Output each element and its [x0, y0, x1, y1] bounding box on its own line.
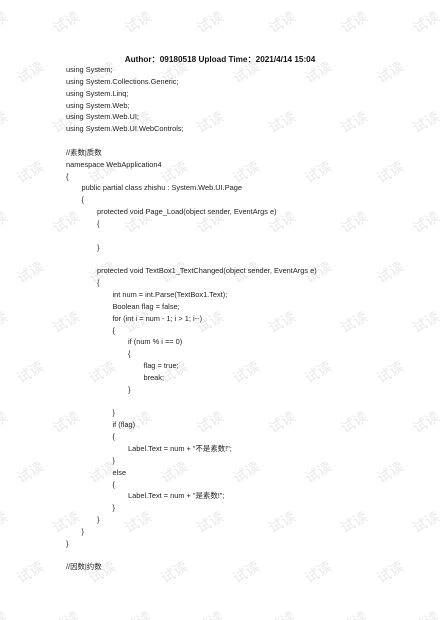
watermark-text: 试读 [338, 308, 371, 337]
code-line: namespace WebApplication4 [66, 159, 162, 169]
watermark-text: 试读 [14, 158, 47, 187]
watermark-text: 试读 [338, 408, 371, 437]
code-line: Boolean flag = false; [112, 301, 180, 311]
code-line: using System.Collections.Generic; [66, 76, 179, 86]
code-line: int num = int.Parse(TextBox1.Text); [112, 290, 228, 300]
code-line: if (flag) [112, 420, 136, 430]
author-label: Author： [124, 55, 160, 64]
watermark-text: 试读 [338, 108, 371, 137]
code-line: using System; [66, 65, 113, 74]
code-line: using System.Web; [66, 100, 130, 110]
watermark-text: 试读 [410, 408, 440, 437]
code-line: using System.Web.UI.WebControls; [66, 124, 184, 134]
code-line: public partial class zhishu : System.Web… [81, 183, 242, 193]
watermark-text: 试读 [410, 508, 440, 537]
watermark-text: 试读 [14, 258, 47, 287]
watermark-text: 试读 [374, 458, 407, 487]
watermark-text: 试读 [410, 108, 440, 137]
watermark-text: 试读 [193, 606, 227, 620]
watermark-text: 试读 [14, 358, 47, 387]
watermark-text: 试读 [337, 606, 371, 620]
watermark-text: 试读 [49, 606, 83, 620]
upload-time-value: 2021/4/14 15:04 [255, 55, 316, 64]
code-line: } [112, 503, 115, 513]
code-line: { [112, 325, 115, 335]
code-line: using System.Web.UI; [66, 112, 139, 122]
code-line: Label.Text = num + "是素数!"; [128, 491, 225, 501]
watermark-text: 试读 [374, 358, 407, 387]
code-line: for (int i = num - 1; i > 1; i--) [112, 313, 203, 323]
watermark-text: 试读 [409, 606, 440, 620]
watermark-text: 试读 [410, 8, 440, 37]
watermark-text: 试读 [14, 558, 47, 587]
watermark-text: 试读 [266, 8, 299, 37]
watermark-text: 试读 [374, 158, 407, 187]
watermark-text: 试读 [338, 8, 371, 37]
code-line: { [97, 278, 100, 288]
code-line: { [128, 349, 131, 359]
watermark-text: 试读 [374, 558, 407, 587]
watermark-text: 试读 [0, 508, 11, 537]
watermark-text: 试读 [374, 258, 407, 287]
code-line: //因数|约数 [66, 562, 102, 572]
code-line: { [112, 479, 115, 489]
code-line: } [97, 242, 100, 252]
watermark-text: 试读 [265, 606, 299, 620]
code-line: protected void Page_Load(object sender, … [97, 207, 277, 217]
watermark-text: 试读 [122, 8, 155, 37]
watermark-text: 试读 [0, 208, 11, 237]
code-line: using System.Linq; [66, 88, 129, 98]
code-line: } [81, 526, 84, 536]
watermark-text: 试读 [0, 408, 11, 437]
watermark-text: 试读 [0, 108, 11, 137]
code-line: break; [143, 372, 165, 382]
watermark-text: 试读 [121, 606, 155, 620]
upload-time-label: Upload Time： [198, 55, 256, 64]
code-line: } [128, 384, 131, 394]
watermark-text: 试读 [14, 458, 47, 487]
code-line: protected void TextBox1_TextChanged(obje… [97, 266, 317, 276]
code-line: { [97, 218, 100, 228]
watermark-text: 试读 [0, 8, 11, 37]
code-line: } [112, 408, 115, 418]
watermark-text: 试读 [194, 8, 227, 37]
code-line: } [66, 538, 69, 548]
code-line: //素数|质数 [66, 147, 102, 157]
code-line: flag = true; [143, 361, 179, 371]
watermark-text: 试读 [0, 606, 11, 620]
code-line: } [112, 455, 115, 465]
watermark-text: 试读 [410, 308, 440, 337]
document-page: 试读 试读 试读 试读 试读 试读 试读 试读 试读 试读 试读 试读 试读 试读 试读 试读 试读 试读 试读 试读… [0, 0, 440, 620]
code-listing: using System; using System.Collections.Ge… [66, 64, 317, 573]
watermark-text: 试读 [338, 508, 371, 537]
watermark-text: 试读 [50, 8, 83, 37]
watermark-text: 试读 [0, 308, 11, 337]
code-line: Label.Text = num + "不是素数!"; [128, 444, 232, 453]
code-line: { [81, 195, 84, 205]
author-value: 09180518 [159, 55, 197, 64]
code-line: { [66, 171, 69, 181]
watermark-text: 试读 [410, 208, 440, 237]
watermark-text: 试读 [338, 208, 371, 237]
code-line: if (num % i == 0) [128, 337, 183, 347]
code-line: else [112, 467, 127, 477]
code-line: { [112, 432, 115, 442]
code-line: } [97, 515, 100, 525]
